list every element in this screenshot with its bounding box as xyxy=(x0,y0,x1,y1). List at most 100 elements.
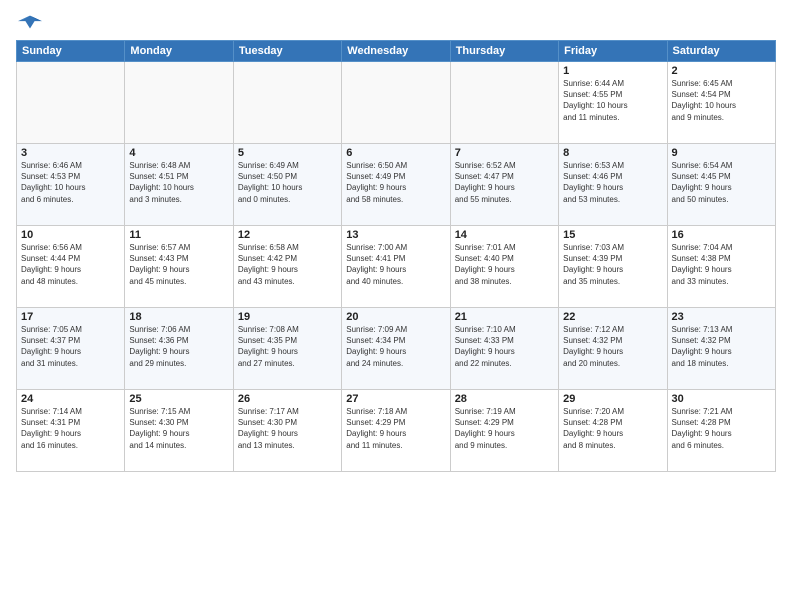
calendar-cell xyxy=(125,62,233,144)
day-info: Sunrise: 7:19 AM Sunset: 4:29 PM Dayligh… xyxy=(455,406,554,451)
calendar-cell xyxy=(450,62,558,144)
day-info: Sunrise: 7:01 AM Sunset: 4:40 PM Dayligh… xyxy=(455,242,554,287)
day-number: 4 xyxy=(129,147,228,159)
day-info: Sunrise: 7:04 AM Sunset: 4:38 PM Dayligh… xyxy=(672,242,771,287)
calendar-cell: 3Sunrise: 6:46 AM Sunset: 4:53 PM Daylig… xyxy=(17,144,125,226)
day-info: Sunrise: 7:13 AM Sunset: 4:32 PM Dayligh… xyxy=(672,324,771,369)
calendar-cell: 19Sunrise: 7:08 AM Sunset: 4:35 PM Dayli… xyxy=(233,308,341,390)
day-number: 30 xyxy=(672,393,771,405)
calendar-cell: 10Sunrise: 6:56 AM Sunset: 4:44 PM Dayli… xyxy=(17,226,125,308)
week-row-1: 1Sunrise: 6:44 AM Sunset: 4:55 PM Daylig… xyxy=(17,62,776,144)
calendar-cell: 24Sunrise: 7:14 AM Sunset: 4:31 PM Dayli… xyxy=(17,390,125,472)
day-number: 17 xyxy=(21,311,120,323)
day-info: Sunrise: 7:17 AM Sunset: 4:30 PM Dayligh… xyxy=(238,406,337,451)
week-row-3: 10Sunrise: 6:56 AM Sunset: 4:44 PM Dayli… xyxy=(17,226,776,308)
day-number: 3 xyxy=(21,147,120,159)
day-number: 23 xyxy=(672,311,771,323)
day-info: Sunrise: 7:06 AM Sunset: 4:36 PM Dayligh… xyxy=(129,324,228,369)
day-number: 25 xyxy=(129,393,228,405)
day-number: 10 xyxy=(21,229,120,241)
calendar-cell: 8Sunrise: 6:53 AM Sunset: 4:46 PM Daylig… xyxy=(559,144,667,226)
day-info: Sunrise: 7:00 AM Sunset: 4:41 PM Dayligh… xyxy=(346,242,445,287)
day-number: 2 xyxy=(672,65,771,77)
day-info: Sunrise: 7:14 AM Sunset: 4:31 PM Dayligh… xyxy=(21,406,120,451)
calendar-cell: 21Sunrise: 7:10 AM Sunset: 4:33 PM Dayli… xyxy=(450,308,558,390)
day-info: Sunrise: 6:56 AM Sunset: 4:44 PM Dayligh… xyxy=(21,242,120,287)
weekday-header-friday: Friday xyxy=(559,41,667,62)
day-info: Sunrise: 6:44 AM Sunset: 4:55 PM Dayligh… xyxy=(563,78,662,123)
calendar-cell: 23Sunrise: 7:13 AM Sunset: 4:32 PM Dayli… xyxy=(667,308,775,390)
day-info: Sunrise: 7:09 AM Sunset: 4:34 PM Dayligh… xyxy=(346,324,445,369)
day-info: Sunrise: 6:49 AM Sunset: 4:50 PM Dayligh… xyxy=(238,160,337,205)
calendar-cell: 20Sunrise: 7:09 AM Sunset: 4:34 PM Dayli… xyxy=(342,308,450,390)
week-row-5: 24Sunrise: 7:14 AM Sunset: 4:31 PM Dayli… xyxy=(17,390,776,472)
weekday-header-sunday: Sunday xyxy=(17,41,125,62)
calendar-cell: 12Sunrise: 6:58 AM Sunset: 4:42 PM Dayli… xyxy=(233,226,341,308)
day-number: 9 xyxy=(672,147,771,159)
day-info: Sunrise: 6:58 AM Sunset: 4:42 PM Dayligh… xyxy=(238,242,337,287)
calendar-table: SundayMondayTuesdayWednesdayThursdayFrid… xyxy=(16,40,776,472)
week-row-2: 3Sunrise: 6:46 AM Sunset: 4:53 PM Daylig… xyxy=(17,144,776,226)
day-info: Sunrise: 7:10 AM Sunset: 4:33 PM Dayligh… xyxy=(455,324,554,369)
day-number: 1 xyxy=(563,65,662,77)
day-number: 5 xyxy=(238,147,337,159)
day-number: 26 xyxy=(238,393,337,405)
calendar-cell: 28Sunrise: 7:19 AM Sunset: 4:29 PM Dayli… xyxy=(450,390,558,472)
calendar-cell: 30Sunrise: 7:21 AM Sunset: 4:28 PM Dayli… xyxy=(667,390,775,472)
weekday-header-thursday: Thursday xyxy=(450,41,558,62)
weekday-header-wednesday: Wednesday xyxy=(342,41,450,62)
logo-icon xyxy=(16,12,44,34)
weekday-header-row: SundayMondayTuesdayWednesdayThursdayFrid… xyxy=(17,41,776,62)
header xyxy=(16,12,776,34)
calendar-cell: 29Sunrise: 7:20 AM Sunset: 4:28 PM Dayli… xyxy=(559,390,667,472)
day-number: 8 xyxy=(563,147,662,159)
day-number: 18 xyxy=(129,311,228,323)
day-info: Sunrise: 7:08 AM Sunset: 4:35 PM Dayligh… xyxy=(238,324,337,369)
day-number: 16 xyxy=(672,229,771,241)
calendar-cell: 7Sunrise: 6:52 AM Sunset: 4:47 PM Daylig… xyxy=(450,144,558,226)
calendar-cell xyxy=(342,62,450,144)
day-info: Sunrise: 6:57 AM Sunset: 4:43 PM Dayligh… xyxy=(129,242,228,287)
calendar-cell: 5Sunrise: 6:49 AM Sunset: 4:50 PM Daylig… xyxy=(233,144,341,226)
logo xyxy=(16,12,48,34)
day-info: Sunrise: 6:54 AM Sunset: 4:45 PM Dayligh… xyxy=(672,160,771,205)
page: SundayMondayTuesdayWednesdayThursdayFrid… xyxy=(0,0,792,612)
weekday-header-tuesday: Tuesday xyxy=(233,41,341,62)
calendar-cell: 13Sunrise: 7:00 AM Sunset: 4:41 PM Dayli… xyxy=(342,226,450,308)
day-info: Sunrise: 6:46 AM Sunset: 4:53 PM Dayligh… xyxy=(21,160,120,205)
day-number: 12 xyxy=(238,229,337,241)
day-info: Sunrise: 6:48 AM Sunset: 4:51 PM Dayligh… xyxy=(129,160,228,205)
day-info: Sunrise: 6:53 AM Sunset: 4:46 PM Dayligh… xyxy=(563,160,662,205)
calendar-cell: 4Sunrise: 6:48 AM Sunset: 4:51 PM Daylig… xyxy=(125,144,233,226)
day-info: Sunrise: 7:05 AM Sunset: 4:37 PM Dayligh… xyxy=(21,324,120,369)
weekday-header-saturday: Saturday xyxy=(667,41,775,62)
calendar-cell: 2Sunrise: 6:45 AM Sunset: 4:54 PM Daylig… xyxy=(667,62,775,144)
day-number: 29 xyxy=(563,393,662,405)
day-info: Sunrise: 7:03 AM Sunset: 4:39 PM Dayligh… xyxy=(563,242,662,287)
calendar-cell: 26Sunrise: 7:17 AM Sunset: 4:30 PM Dayli… xyxy=(233,390,341,472)
day-number: 15 xyxy=(563,229,662,241)
calendar-cell: 15Sunrise: 7:03 AM Sunset: 4:39 PM Dayli… xyxy=(559,226,667,308)
day-number: 24 xyxy=(21,393,120,405)
calendar-cell: 11Sunrise: 6:57 AM Sunset: 4:43 PM Dayli… xyxy=(125,226,233,308)
calendar-cell: 22Sunrise: 7:12 AM Sunset: 4:32 PM Dayli… xyxy=(559,308,667,390)
day-number: 14 xyxy=(455,229,554,241)
calendar-cell xyxy=(17,62,125,144)
day-number: 20 xyxy=(346,311,445,323)
calendar-cell: 1Sunrise: 6:44 AM Sunset: 4:55 PM Daylig… xyxy=(559,62,667,144)
calendar-cell: 18Sunrise: 7:06 AM Sunset: 4:36 PM Dayli… xyxy=(125,308,233,390)
day-number: 19 xyxy=(238,311,337,323)
calendar-cell: 16Sunrise: 7:04 AM Sunset: 4:38 PM Dayli… xyxy=(667,226,775,308)
day-number: 6 xyxy=(346,147,445,159)
day-number: 27 xyxy=(346,393,445,405)
day-info: Sunrise: 6:50 AM Sunset: 4:49 PM Dayligh… xyxy=(346,160,445,205)
day-info: Sunrise: 7:15 AM Sunset: 4:30 PM Dayligh… xyxy=(129,406,228,451)
calendar-cell xyxy=(233,62,341,144)
calendar-cell: 9Sunrise: 6:54 AM Sunset: 4:45 PM Daylig… xyxy=(667,144,775,226)
day-info: Sunrise: 7:21 AM Sunset: 4:28 PM Dayligh… xyxy=(672,406,771,451)
day-number: 21 xyxy=(455,311,554,323)
day-number: 22 xyxy=(563,311,662,323)
calendar-cell: 14Sunrise: 7:01 AM Sunset: 4:40 PM Dayli… xyxy=(450,226,558,308)
day-info: Sunrise: 7:18 AM Sunset: 4:29 PM Dayligh… xyxy=(346,406,445,451)
weekday-header-monday: Monday xyxy=(125,41,233,62)
